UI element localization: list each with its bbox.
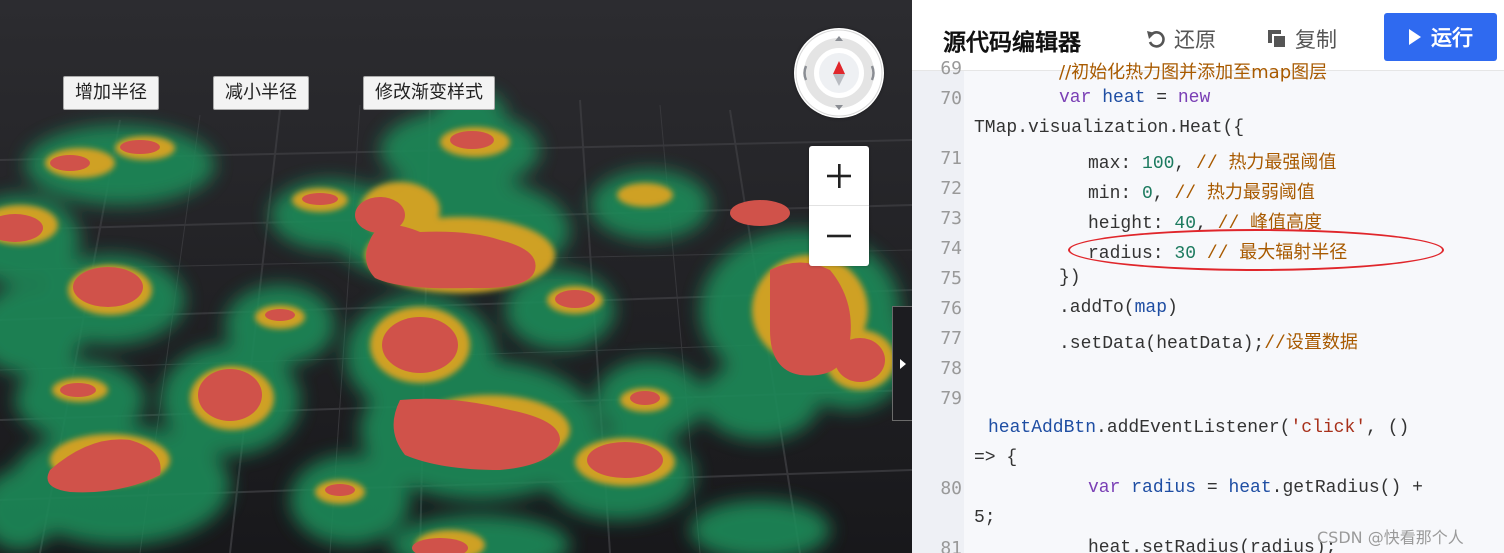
line-number: 75	[940, 268, 962, 289]
code-line: var heat = new	[1059, 88, 1211, 108]
caret-right-icon	[899, 358, 906, 369]
compass-icon	[795, 29, 883, 117]
code-line: TMap.visualization.Heat({	[974, 118, 1245, 138]
watermark: CSDN @快看那个人	[1317, 528, 1464, 547]
compass-control[interactable]	[794, 28, 884, 118]
zoom-out-button[interactable]	[809, 206, 869, 266]
line-number: 78	[940, 358, 962, 379]
line-number: 69	[940, 58, 962, 79]
code-line: .addTo(map)	[1059, 298, 1178, 318]
map-view[interactable]: 增加半径 减小半径 修改渐变样式	[0, 0, 912, 553]
line-number: 77	[940, 328, 962, 349]
play-icon	[1409, 29, 1421, 45]
code-line: max: 100, // 热力最强阈值	[1088, 152, 1337, 174]
restore-button[interactable]: 还原	[1145, 24, 1216, 54]
code-area[interactable]: 69 //初始化热力图并添加至map图层 70 var heat = new T…	[912, 58, 1504, 553]
plus-icon	[827, 163, 851, 188]
restore-label: 还原	[1174, 28, 1216, 52]
code-line: //初始化热力图并添加至map图层	[1059, 62, 1328, 83]
code-line: heat.setRadius(radius);	[1088, 538, 1337, 553]
code-editor-panel: 源代码编辑器 还原 复制 运行 69 //初始化热力图并添加至map图层 70 …	[912, 0, 1504, 553]
line-number: 81	[940, 538, 962, 553]
minus-icon	[827, 234, 851, 238]
line-number: 71	[940, 148, 962, 169]
code-line: })	[1059, 268, 1081, 288]
code-line: var radius = heat.getRadius() +	[1088, 478, 1423, 498]
code-line: => {	[974, 448, 1018, 468]
code-line: heatAddBtn.addEventListener('click', ()	[988, 418, 1410, 438]
zoom-control	[809, 146, 869, 266]
line-number: 70	[940, 88, 962, 109]
line-number: 73	[940, 208, 962, 229]
increase-radius-button[interactable]: 增加半径	[63, 76, 159, 110]
copy-button[interactable]: 复制	[1266, 24, 1337, 54]
line-number: 72	[940, 178, 962, 199]
code-line: min: 0, // 热力最弱阈值	[1088, 182, 1315, 204]
copy-label: 复制	[1295, 28, 1337, 52]
run-button[interactable]: 运行	[1384, 13, 1497, 61]
annotation-circle	[1068, 229, 1444, 271]
line-number: 80	[940, 478, 962, 499]
line-number: 74	[940, 238, 962, 259]
editor-title: 源代码编辑器	[943, 30, 1081, 56]
run-label: 运行	[1431, 26, 1473, 50]
undo-icon	[1147, 31, 1165, 48]
decrease-radius-button[interactable]: 减小半径	[213, 76, 309, 110]
line-number: 79	[940, 388, 962, 409]
zoom-in-button[interactable]	[809, 146, 869, 206]
code-line: .setData(heatData);//设置数据	[1059, 332, 1358, 354]
change-gradient-button[interactable]: 修改渐变样式	[363, 76, 495, 110]
copy-icon	[1268, 30, 1287, 49]
code-line: 5;	[974, 508, 996, 528]
panel-toggle-handle[interactable]	[892, 306, 912, 421]
line-number: 76	[940, 298, 962, 319]
